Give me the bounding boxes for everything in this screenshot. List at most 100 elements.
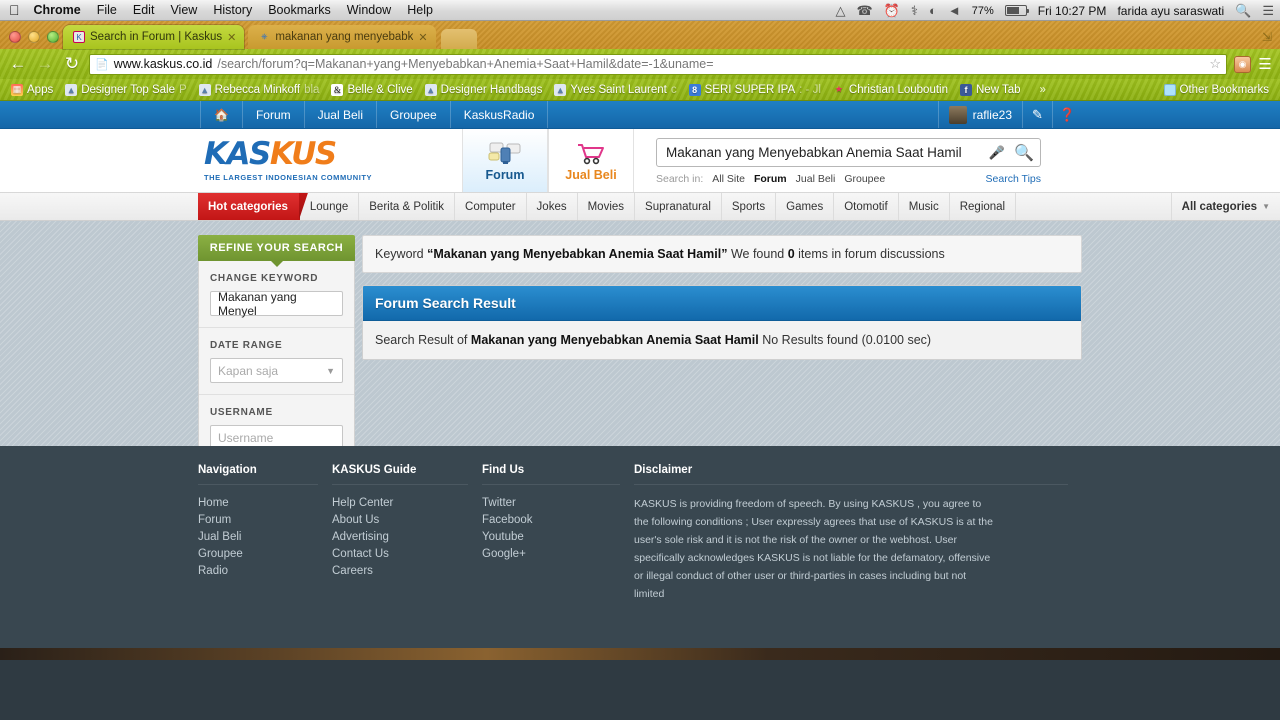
search-icon[interactable]: 🔍 — [1014, 143, 1034, 163]
bookmark-yves-saint-laurent[interactable]: ▲ Yves Saint Laurent c — [549, 83, 681, 97]
chrome-menu-icon[interactable]: ☰ — [1258, 55, 1272, 73]
category-berita-politik[interactable]: Berita & Politik — [359, 193, 456, 220]
menu-window[interactable]: Window — [347, 3, 391, 17]
minimize-window-button[interactable] — [28, 31, 40, 43]
category-games[interactable]: Games — [776, 193, 835, 220]
browser-tab-1[interactable]: K Search in Forum | Kaskus ✕ — [63, 25, 245, 49]
site-logo[interactable]: KASKUS THE LARGEST INDONESIAN COMMUNITY — [198, 129, 462, 192]
back-button[interactable]: ← — [8, 54, 28, 74]
footer-link-help-center[interactable]: Help Center — [332, 495, 482, 512]
battery-icon[interactable] — [1004, 5, 1029, 16]
mode-tab-forum[interactable]: Forum — [462, 129, 548, 192]
category-jokes[interactable]: Jokes — [527, 193, 578, 220]
nav-jual-beli[interactable]: Jual Beli — [305, 101, 377, 128]
fullscreen-icon[interactable]: ⇲ — [1262, 30, 1272, 44]
footer-link-careers[interactable]: Careers — [332, 563, 482, 580]
timemachine-icon[interactable]: ⏰ — [884, 3, 900, 19]
os-username[interactable]: farida ayu saraswati — [1117, 4, 1224, 18]
instagram-extension-icon[interactable]: ◉ — [1234, 55, 1251, 73]
apple-menu-icon[interactable]:  — [9, 3, 20, 17]
drive-icon[interactable]: △ — [836, 3, 846, 19]
bookmark-christian-louboutin[interactable]: ★ Christian Louboutin — [828, 83, 953, 97]
category-all[interactable]: All categories ▼ — [1172, 193, 1280, 220]
user-menu[interactable]: raflie23 — [937, 101, 1022, 128]
phone-icon[interactable]: ☎ — [857, 3, 873, 19]
bookmark-apps[interactable]: ▦ Apps — [6, 83, 58, 97]
wifi-icon[interactable]: ◐ — [929, 3, 937, 18]
google-icon: 8 — [688, 83, 701, 96]
footer-link-groupee[interactable]: Groupee — [198, 546, 332, 563]
footer-link-forum[interactable]: Forum — [198, 512, 332, 529]
volume-icon[interactable]: ◄ — [948, 3, 961, 18]
other-bookmarks-folder[interactable]: Other Bookmarks — [1159, 83, 1274, 97]
category-regional[interactable]: Regional — [950, 193, 1017, 220]
category-computer[interactable]: Computer — [455, 193, 527, 220]
bookmark-designer-handbags[interactable]: ▲ Designer Handbags — [420, 83, 548, 97]
help-button[interactable]: ❓ — [1052, 101, 1082, 128]
bookmark-seri-super-ipa[interactable]: 8 SERI SUPER IPA : - Jl — [684, 83, 826, 97]
footer-link-advertising[interactable]: Advertising — [332, 529, 482, 546]
footer-link-about-us[interactable]: About Us — [332, 512, 482, 529]
browser-toolbar: ← → ↻ 📄 www.kaskus.co.id/search/forum?q=… — [0, 49, 1280, 79]
os-clock[interactable]: Fri 10:27 PM — [1038, 4, 1107, 18]
menu-file[interactable]: File — [97, 3, 117, 17]
category-hot[interactable]: Hot categories — [198, 193, 300, 220]
reload-button[interactable]: ↻ — [62, 54, 82, 74]
browser-tab-2[interactable]: ⎈ makanan yang menyebabk ✕ — [248, 25, 436, 49]
refine-date-select[interactable]: Kapan saja ▼ — [210, 358, 343, 383]
address-bar[interactable]: 📄 www.kaskus.co.id/search/forum?q=Makana… — [89, 53, 1227, 75]
bookmarks-overflow-icon[interactable]: » — [1040, 84, 1046, 96]
footer-link-contact-us[interactable]: Contact Us — [332, 546, 482, 563]
close-window-button[interactable] — [9, 31, 21, 43]
footer-link-facebook[interactable]: Facebook — [482, 512, 634, 529]
menu-edit[interactable]: Edit — [133, 3, 155, 17]
menu-chrome[interactable]: Chrome — [34, 3, 81, 17]
notification-center-icon[interactable]: ☰ — [1262, 3, 1274, 19]
bookmark-rebecca-minkoff[interactable]: ▲ Rebecca Minkoff bla — [194, 83, 325, 97]
compose-button[interactable]: ✎ — [1022, 101, 1052, 128]
zoom-window-button[interactable] — [47, 31, 59, 43]
close-tab-1-icon[interactable]: ✕ — [227, 31, 236, 44]
found-mid: We found — [730, 247, 785, 261]
footer-link-twitter[interactable]: Twitter — [482, 495, 634, 512]
search-tips-link[interactable]: Search Tips — [986, 173, 1041, 185]
search-input[interactable]: Makanan yang Menyebabkan Anemia Saat Ham… — [656, 138, 1041, 167]
mode-tab-jual-beli[interactable]: Jual Beli — [548, 129, 634, 192]
scope-groupee[interactable]: Groupee — [844, 173, 885, 185]
nav-kaskusradio[interactable]: KaskusRadio — [451, 101, 549, 128]
category-lounge[interactable]: Lounge — [300, 193, 360, 220]
scope-jual-beli[interactable]: Jual Beli — [796, 173, 836, 185]
menu-help[interactable]: Help — [407, 3, 433, 17]
nav-home[interactable]: 🏠 — [200, 101, 243, 128]
footer-link-google-plus[interactable]: Google+ — [482, 546, 634, 563]
scope-all-site[interactable]: All Site — [712, 173, 745, 185]
footer-link-youtube[interactable]: Youtube — [482, 529, 634, 546]
page-info-icon[interactable]: 📄 — [95, 58, 109, 71]
new-tab-button[interactable] — [440, 29, 477, 49]
mic-icon[interactable]: 🎤 — [989, 145, 1005, 161]
category-nav: Hot categories Lounge Berita & Politik C… — [0, 193, 1280, 221]
footer-link-radio[interactable]: Radio — [198, 563, 332, 580]
nav-groupee[interactable]: Groupee — [377, 101, 451, 128]
category-otomotif[interactable]: Otomotif — [834, 193, 899, 220]
scope-forum[interactable]: Forum — [754, 173, 787, 185]
close-tab-2-icon[interactable]: ✕ — [418, 31, 427, 44]
nav-forum[interactable]: Forum — [243, 101, 305, 128]
forward-button[interactable]: → — [35, 54, 55, 74]
bookmark-new-tab[interactable]: f New Tab — [955, 83, 1026, 97]
footer-link-home[interactable]: Home — [198, 495, 332, 512]
category-sports[interactable]: Sports — [722, 193, 777, 220]
bluetooth-icon[interactable]: ⚕ — [911, 3, 918, 19]
menu-view[interactable]: View — [170, 3, 197, 17]
category-music[interactable]: Music — [899, 193, 950, 220]
refine-keyword-input[interactable]: Makanan yang Menyel — [210, 290, 343, 318]
bookmark-belle-and-clive[interactable]: & Belle & Clive — [326, 83, 417, 97]
bookmark-designer-top-sale[interactable]: ▲ Designer Top Sale P — [60, 83, 191, 97]
category-supranatural[interactable]: Supranatural — [635, 193, 722, 220]
menu-history[interactable]: History — [213, 3, 252, 17]
spotlight-search-icon[interactable]: 🔍 — [1235, 3, 1251, 19]
bookmark-star-icon[interactable]: ☆ — [1209, 56, 1221, 72]
footer-link-jual-beli[interactable]: Jual Beli — [198, 529, 332, 546]
category-movies[interactable]: Movies — [578, 193, 636, 220]
menu-bookmarks[interactable]: Bookmarks — [268, 3, 331, 17]
